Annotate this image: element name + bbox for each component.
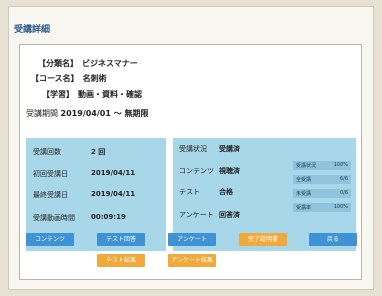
summary-value: 100% xyxy=(333,162,348,168)
summary-label: 受講率 xyxy=(296,205,312,211)
status-value: 回答済 xyxy=(219,211,240,219)
stats-label: 最終受講日 xyxy=(33,191,68,199)
summary-row: 受講率 100% xyxy=(293,203,351,212)
survey-button[interactable]: アンケート xyxy=(168,233,216,246)
course-tag: 【コース名】 xyxy=(31,74,79,83)
stats-value: 2 回 xyxy=(91,148,106,156)
stats-label: 受講動画時間 xyxy=(33,214,75,222)
summary-label: 未受講 xyxy=(296,191,312,197)
study-line: 【学習】 動画・資料・確認 xyxy=(42,89,142,100)
status-label: 受講状況 xyxy=(179,145,207,153)
summary-row: 受講状況 100% xyxy=(293,161,351,170)
page-title: 受講詳細 xyxy=(14,25,51,35)
content-button[interactable]: コンテンツ xyxy=(26,233,74,246)
stats-label: 受講回数 xyxy=(33,148,61,156)
category-tag: 【分類名】 xyxy=(38,59,78,68)
stats-value: 2019/04/11 xyxy=(91,190,136,198)
test-results-button[interactable]: テスト結果 xyxy=(97,254,145,267)
completion-certificate-button[interactable]: 完了証明書 xyxy=(239,233,287,246)
back-button[interactable]: 戻る xyxy=(309,233,357,246)
period-line: 受講期間 2019/04/01 〜 無期限 xyxy=(26,108,149,119)
study-value: 動画・資料・確認 xyxy=(78,90,142,99)
stats-value: 2019/04/11 xyxy=(91,169,136,177)
summary-value: 100% xyxy=(333,204,348,210)
category-line: 【分類名】 ビジネスマナー xyxy=(38,58,138,69)
period-value: 2019/04/01 〜 無期限 xyxy=(60,109,149,118)
test-answer-button[interactable]: テスト回答 xyxy=(97,233,145,246)
stats-label: 初回受講日 xyxy=(33,170,68,178)
course-detail-card: 【分類名】 ビジネスマナー 【コース名】 名刺術 【学習】 動画・資料・確認 受講期間… xyxy=(19,44,362,280)
summary-row: 未受講 0/6 xyxy=(293,189,351,198)
survey-results-button[interactable]: アンケート結果 xyxy=(168,254,216,267)
summary-value: 0/6 xyxy=(339,190,348,196)
status-value: 受講済 xyxy=(219,145,240,153)
status-label: アンケート xyxy=(179,211,214,219)
period-label: 受講期間 xyxy=(26,109,58,118)
status-label: コンテンツ xyxy=(179,167,214,175)
summary-row: 全受講 6/6 xyxy=(293,175,351,184)
summary-value: 6/6 xyxy=(339,176,348,182)
study-tag: 【学習】 xyxy=(42,90,74,99)
stats-value: 00:09:19 xyxy=(91,213,126,221)
status-label: テスト xyxy=(179,188,200,196)
summary-label: 全受講 xyxy=(296,177,312,183)
course-name: 名刺術 xyxy=(82,74,107,83)
status-value: 視聴済 xyxy=(219,167,240,175)
summary-label: 受講状況 xyxy=(296,163,317,169)
status-value: 合格 xyxy=(219,188,233,196)
category-value: ビジネスマナー xyxy=(82,59,138,68)
course-line: 【コース名】 名刺術 xyxy=(31,73,107,84)
